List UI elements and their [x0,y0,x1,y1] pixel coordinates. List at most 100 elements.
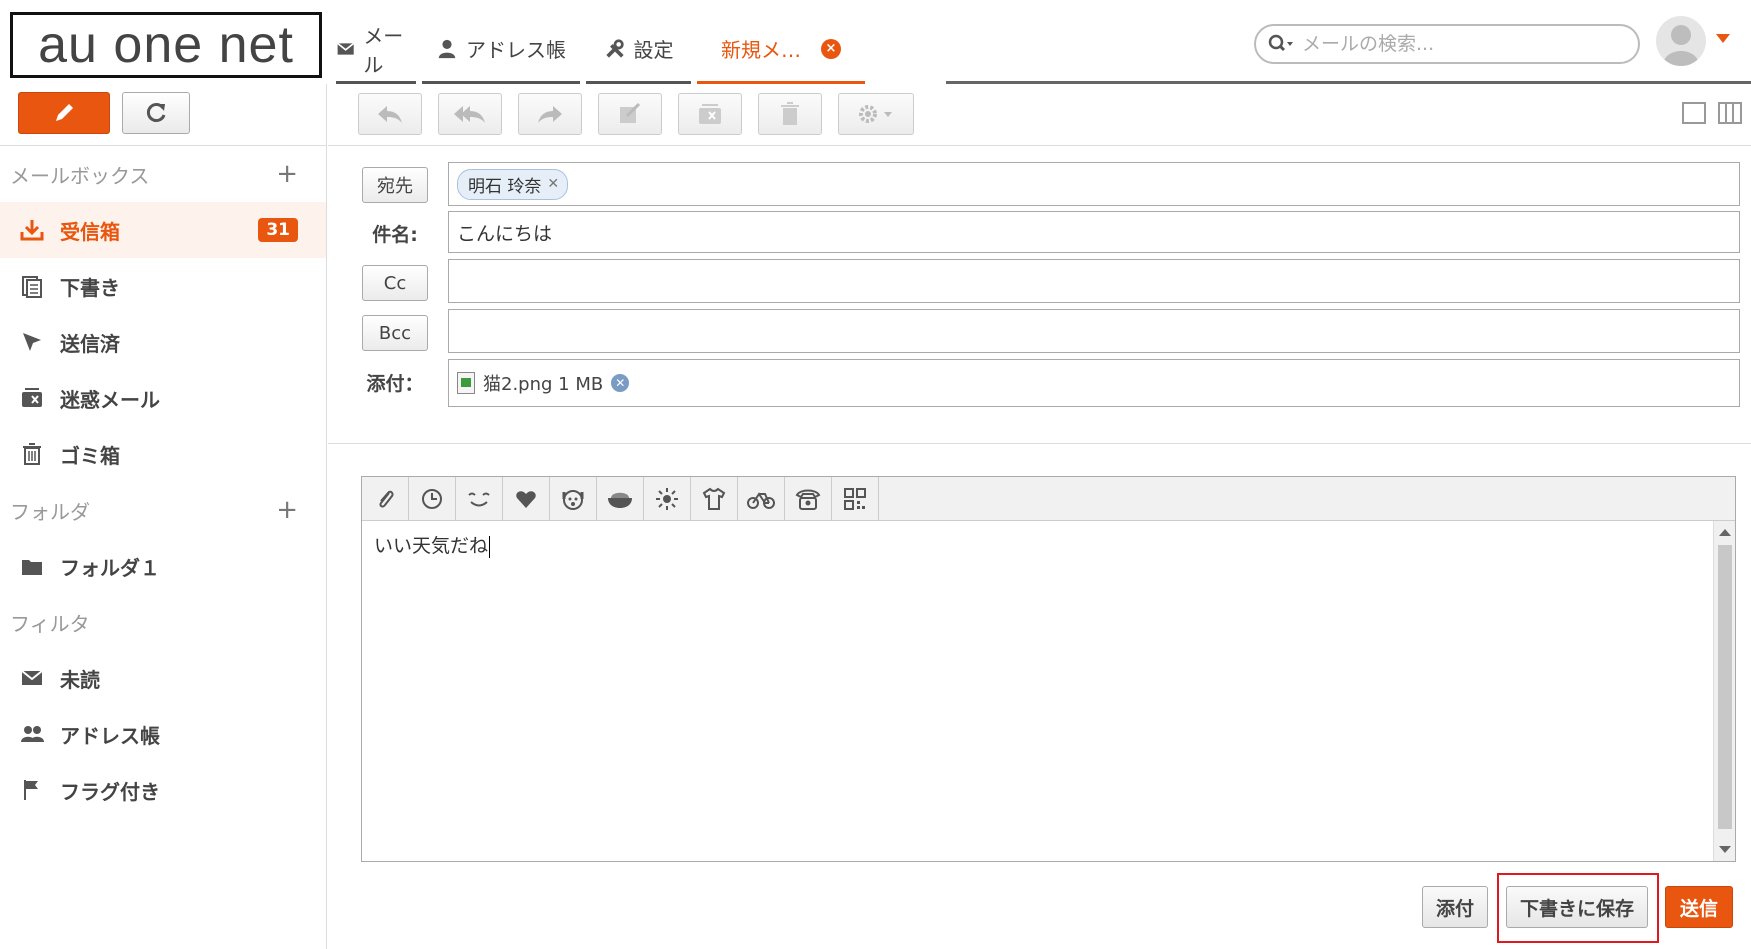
mailbox-section-header: メールボックス + [0,146,326,202]
sun-icon[interactable] [644,477,691,520]
folder-icon [22,560,42,575]
tab-address-book[interactable]: アドレス帳 [422,16,580,84]
attachment-name: 猫2.png 1 MB [483,374,604,395]
delete-button[interactable] [758,93,822,135]
tab-new-mail[interactable]: 新規メ… × [697,16,865,84]
bicycle-icon[interactable] [738,477,785,520]
scroll-up-icon[interactable] [1719,529,1731,536]
remove-attachment-icon[interactable]: ✕ [611,374,630,392]
message-body[interactable]: いい天気だね [362,521,1735,568]
cc-field[interactable] [448,259,1740,303]
tab-mail-label: メール [363,23,404,77]
trash-icon [23,443,41,465]
dog-face-icon[interactable] [550,477,597,520]
tab-settings[interactable]: 設定 [586,16,691,84]
attachment-item[interactable]: 猫2.png 1 MB ✕ [457,370,630,396]
tab-address-book-label: アドレス帳 [466,38,566,62]
attach-button[interactable]: 添付 [1422,886,1488,928]
mail-icon [337,42,355,55]
edit-icon [620,102,641,123]
folder-header-label: フォルダ [10,499,90,524]
subject-label: 件名: [372,224,418,246]
sidebar-item-spam[interactable]: 迷惑メール [0,370,326,426]
smile-face-icon[interactable] [456,477,503,520]
to-button[interactable]: 宛先 [362,167,428,203]
scroll-thumb[interactable] [1718,545,1732,829]
unread-count-badge: 31 [258,218,298,242]
filter-section-header: フィルタ [0,594,326,650]
au-one-net-logo[interactable]: au one net [10,12,322,78]
tab-new-mail-label: 新規メ… [721,38,801,62]
single-pane-view-icon[interactable] [1682,102,1706,124]
sidebar-item-trash[interactable]: ゴミ箱 [0,426,326,482]
to-label: 宛先 [377,176,413,197]
rice-bowl-icon[interactable] [597,477,644,520]
image-file-icon [457,372,475,394]
heart-icon[interactable] [503,477,550,520]
mail-search [1254,24,1640,64]
bcc-button[interactable]: Bcc [362,315,428,351]
send-button-label: 送信 [1679,897,1718,920]
sidebar-item-label: アドレス帳 [60,723,160,748]
tab-settings-label: 設定 [633,38,674,62]
attach-button-label: 添付 [1435,897,1474,920]
recipient-name: 明石 玲奈 [468,176,542,197]
scroll-down-icon[interactable] [1719,846,1731,853]
reply-all-icon [454,106,485,123]
sidebar-item-label: 下書き [60,275,120,300]
search-input[interactable] [1302,33,1602,55]
filter-header-label: フィルタ [10,611,90,636]
settings-dropdown-button[interactable] [838,93,914,135]
telephone-icon[interactable] [785,477,832,520]
message-body-text: いい天気だね [374,535,489,557]
reply-icon [378,106,402,123]
forward-button[interactable] [518,93,582,135]
tab-mail[interactable]: メール [336,16,416,84]
attachment-field: 猫2.png 1 MB ✕ [448,359,1740,407]
inbox-download-icon [20,220,44,241]
add-folder-icon[interactable]: + [276,495,298,525]
sidebar-item-drafts[interactable]: 下書き [0,258,326,314]
sidebar-item-sent[interactable]: 送信済 [0,314,326,370]
search-icon[interactable] [1268,34,1294,54]
avatar[interactable] [1656,16,1706,66]
forward-icon [538,106,562,123]
spam-icon [699,104,721,124]
shirt-icon[interactable] [691,477,738,520]
attachment-label: 添付： [366,373,424,395]
recipient-chip[interactable]: 明石 玲奈 ✕ [457,168,569,200]
user-silhouette-icon [1663,25,1699,66]
logo-text: au one net [38,16,294,74]
message-editor: いい天気だね [361,476,1736,862]
to-field[interactable]: 明石 玲奈 ✕ [448,162,1740,206]
split-pane-view-icon[interactable] [1718,102,1742,124]
remove-recipient-icon[interactable]: ✕ [547,176,559,192]
sidebar-item-address-book[interactable]: アドレス帳 [0,706,326,762]
spam-button[interactable] [678,93,742,135]
compose-button[interactable] [18,92,110,134]
subject-field[interactable]: こんにちは [448,211,1740,253]
edit-button[interactable] [598,93,662,135]
sidebar-item-inbox[interactable]: 受信箱 31 [0,202,326,258]
bcc-field[interactable] [448,309,1740,353]
qr-code-icon[interactable] [832,477,879,520]
cc-button[interactable]: Cc [362,265,428,301]
send-button[interactable]: 送信 [1665,886,1733,928]
sidebar-item-unread[interactable]: 未読 [0,650,326,706]
sidebar-item-flagged[interactable]: フラグ付き [0,762,326,818]
main-tabs: メール アドレス帳 設定 新規メ… × [336,16,865,84]
sidebar-item-folder-1[interactable]: フォルダ１ [0,538,326,594]
sidebar-actions [0,84,326,146]
add-mailbox-icon[interactable]: + [276,159,298,189]
reply-button[interactable] [358,93,422,135]
sidebar-item-label: 送信済 [60,331,120,356]
account-menu-caret-icon[interactable] [1716,34,1730,43]
paperclip-icon[interactable] [362,477,409,520]
editor-scrollbar[interactable] [1713,521,1735,861]
close-icon[interactable]: × [821,38,841,59]
trash-icon [781,102,799,125]
reply-all-button[interactable] [438,93,502,135]
person-icon [438,39,456,58]
clock-icon[interactable] [409,477,456,520]
refresh-button[interactable] [122,92,190,134]
